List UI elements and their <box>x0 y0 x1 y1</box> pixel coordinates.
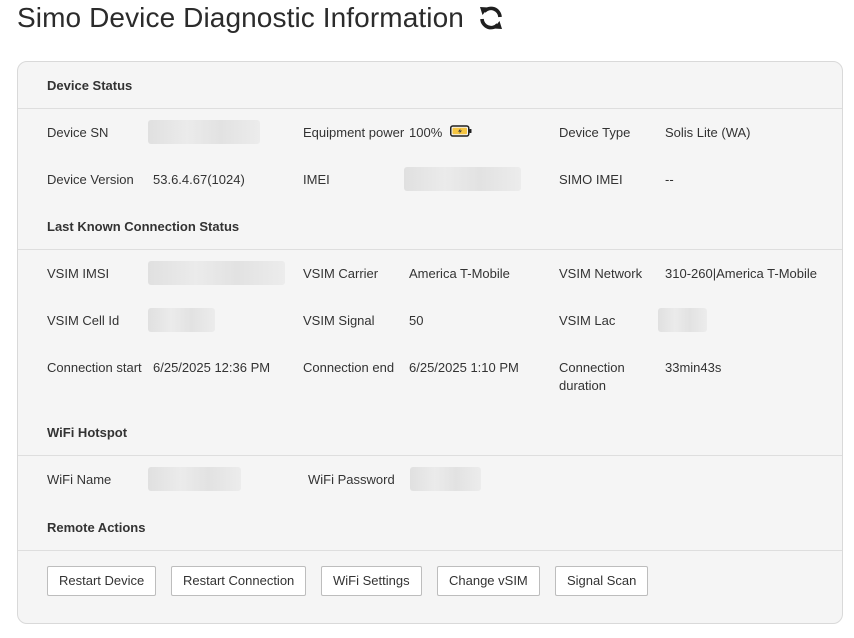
wifi-name-value-redacted <box>148 467 241 491</box>
vsim-lac-label: VSIM Lac <box>559 313 616 328</box>
connection-status-heading: Last Known Connection Status <box>47 219 240 234</box>
vsim-network-value: 310-260|America T-Mobile <box>665 266 817 281</box>
vsim-cell-id-label: VSIM Cell Id <box>47 313 120 328</box>
diagnostic-panel: Device Status Device SN Equipment power … <box>17 61 843 624</box>
equipment-power-value: 100% <box>409 124 472 143</box>
connection-duration-label: Connection duration <box>559 360 625 393</box>
vsim-lac-value-redacted <box>658 308 707 332</box>
divider <box>18 455 842 456</box>
connection-duration-value: 33min43s <box>665 360 722 375</box>
vsim-imsi-value-redacted <box>148 261 285 285</box>
vsim-signal-value: 50 <box>409 313 424 328</box>
vsim-network-label: VSIM Network <box>559 266 643 281</box>
imei-value-redacted <box>404 167 521 191</box>
device-type-value: Solis Lite (WA) <box>665 125 751 140</box>
connection-start-label: Connection start <box>47 360 142 375</box>
vsim-signal-label: VSIM Signal <box>303 313 375 328</box>
page-title-text: Simo Device Diagnostic Information <box>17 2 464 33</box>
wifi-settings-button[interactable]: WiFi Settings <box>321 566 422 596</box>
restart-connection-button[interactable]: Restart Connection <box>171 566 307 596</box>
simo-imei-label: SIMO IMEI <box>559 172 623 187</box>
battery-charging-icon <box>450 124 472 142</box>
imei-label: IMEI <box>303 172 330 187</box>
vsim-carrier-label: VSIM Carrier <box>303 266 379 281</box>
divider <box>18 550 842 551</box>
vsim-cell-id-value-redacted <box>148 308 215 332</box>
connection-start-value: 6/25/2025 12:36 PM <box>153 360 271 375</box>
wifi-password-label: WiFi Password <box>308 472 395 487</box>
remote-actions-heading: Remote Actions <box>47 520 146 535</box>
connection-end-value: 6/25/2025 1:10 PM <box>409 360 519 375</box>
vsim-imsi-label: VSIM IMSI <box>47 266 110 281</box>
page-title: Simo Device Diagnostic Information <box>17 2 506 34</box>
device-status-heading: Device Status <box>47 78 133 93</box>
simo-imei-value: -- <box>665 172 674 187</box>
device-sn-value-redacted <box>148 120 260 144</box>
divider <box>18 108 842 109</box>
vsim-carrier-value: America T-Mobile <box>409 266 510 281</box>
change-vsim-button[interactable]: Change vSIM <box>437 566 540 596</box>
device-type-label: Device Type <box>559 125 631 140</box>
equipment-power-percent: 100% <box>409 125 443 140</box>
device-sn-label: Device SN <box>47 125 109 140</box>
signal-scan-button[interactable]: Signal Scan <box>555 566 649 596</box>
wifi-password-value-redacted <box>410 467 481 491</box>
device-version-value: 53.6.4.67(1024) <box>153 172 245 187</box>
equipment-power-label: Equipment power <box>303 125 405 140</box>
wifi-hotspot-heading: WiFi Hotspot <box>47 425 128 440</box>
connection-end-label: Connection end <box>303 360 395 375</box>
refresh-icon[interactable] <box>476 3 506 33</box>
restart-device-button[interactable]: Restart Device <box>47 566 157 596</box>
divider <box>18 249 842 250</box>
wifi-name-label: WiFi Name <box>47 472 112 487</box>
device-version-label: Device Version <box>47 172 134 187</box>
